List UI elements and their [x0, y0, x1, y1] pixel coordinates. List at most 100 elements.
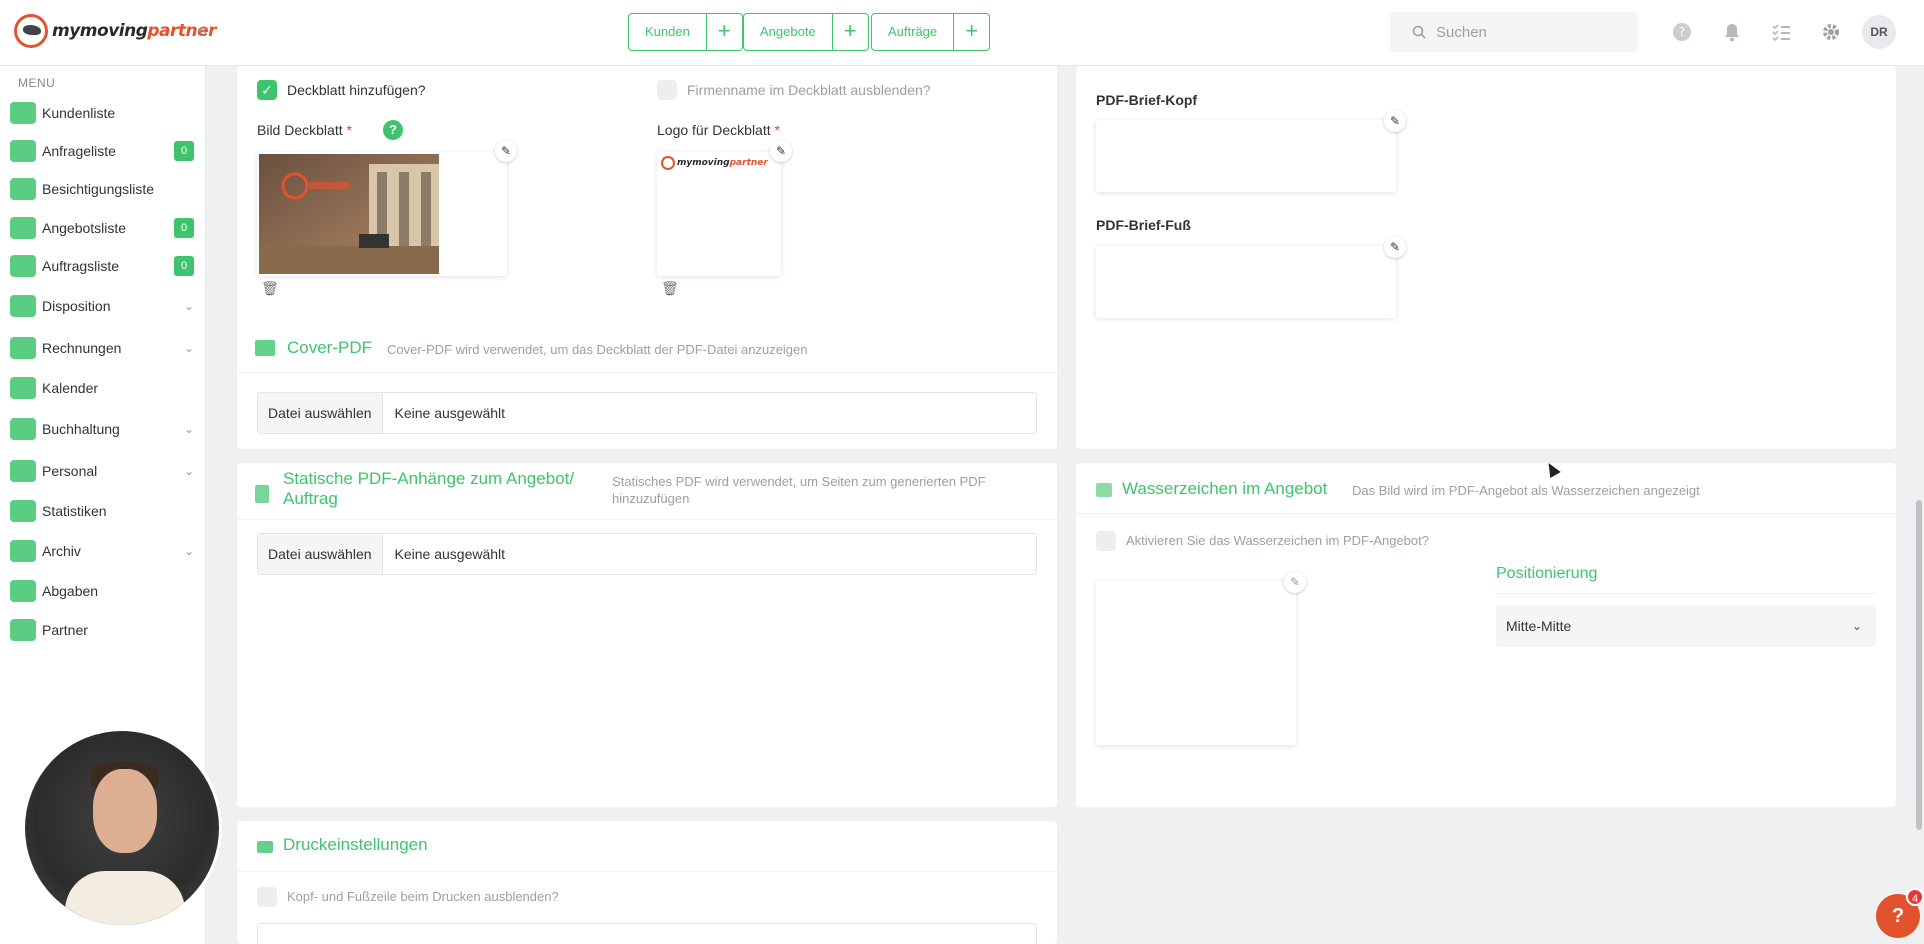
sidebar-item-label: Buchhaltung	[42, 421, 120, 437]
pdf-footer-label: PDF-Brief-Fuß	[1096, 217, 1191, 233]
sidebar-item-label: Archiv	[42, 543, 81, 559]
sidebar-item-statistiken[interactable]: Statistiken	[0, 496, 206, 526]
checklist-icon[interactable]	[1771, 22, 1791, 42]
sidebar-item-label: Kalender	[42, 380, 99, 396]
submissions-icon	[10, 580, 36, 602]
help-icon[interactable]: ?	[383, 120, 403, 140]
activate-watermark-checkbox[interactable]	[1096, 531, 1116, 551]
sidebar-item-label: Anfrageliste	[42, 143, 116, 159]
divider	[1076, 513, 1896, 514]
sidebar-item-besichtigungsliste[interactable]: Besichtigungsliste	[0, 174, 206, 204]
quick-angebote-button[interactable]: Angebote	[744, 14, 832, 50]
chevron-down-icon: ⌄	[184, 422, 195, 436]
choose-file-button[interactable]: Datei auswählen	[258, 534, 383, 574]
sidebar-item-label: Besichtigungsliste	[42, 181, 155, 197]
book-icon	[255, 340, 275, 356]
add-cover-checkbox[interactable]: ✓	[257, 80, 277, 100]
sidebar-item-label: Kundenliste	[42, 105, 116, 121]
sidebar-item-rechnungen[interactable]: Rechnungen ⌄	[0, 333, 206, 363]
bell-icon[interactable]	[1722, 22, 1742, 42]
activate-watermark-label: Aktivieren Sie das Wasserzeichen im PDF-…	[1126, 533, 1429, 548]
edit-cover-logo-icon[interactable]: ✎	[770, 140, 792, 162]
sidebar-item-buchhaltung[interactable]: Buchhaltung ⌄	[0, 414, 206, 444]
help-circle-icon[interactable]: ?	[1672, 22, 1692, 42]
hide-header-footer-checkbox[interactable]	[257, 887, 277, 907]
document-icon	[10, 217, 36, 239]
delete-cover-logo-icon[interactable]: 🗑	[661, 280, 679, 297]
user-avatar[interactable]: DR	[1862, 15, 1896, 49]
cover-logo-label: Logo für Deckblatt *	[657, 122, 780, 138]
collapse-sidebar-icon[interactable]: «	[198, 20, 208, 41]
watermark-preview[interactable]	[1096, 581, 1296, 745]
svg-text:?: ?	[1679, 25, 1685, 39]
sidebar-item-personal[interactable]: Personal ⌄	[0, 456, 206, 486]
divider	[237, 519, 1057, 520]
choose-file-button[interactable]: Datei auswählen	[258, 393, 383, 433]
search-icon	[1412, 25, 1426, 39]
static-pdf-title: Statische PDF-Anhänge zum Angebot/Auftra…	[283, 469, 575, 508]
divider	[1496, 593, 1876, 594]
cover-image-label: Bild Deckblatt *	[257, 122, 352, 138]
delete-cover-image-icon[interactable]: 🗑	[261, 280, 279, 297]
printer-icon	[257, 841, 273, 853]
pdf-footer-preview[interactable]	[1096, 246, 1396, 318]
edit-pdf-footer-icon[interactable]: ✎	[1384, 236, 1406, 258]
sidebar-item-label: Rechnungen	[42, 340, 122, 356]
hide-company-checkbox[interactable]	[657, 80, 677, 100]
cover-settings-card: ✓ Deckblatt hinzufügen? Firmenname im De…	[237, 66, 1057, 449]
chevron-down-icon: ⌄	[1851, 619, 1862, 633]
logo-thumbnail: mymovingpartner	[661, 156, 768, 170]
cover-pdf-file-input[interactable]: Datei auswählen Keine ausgewählt	[257, 392, 1037, 434]
sidebar-item-anfrageliste[interactable]: Anfrageliste 0	[0, 136, 206, 166]
divider	[237, 871, 1057, 872]
search-placeholder: Suchen	[1436, 23, 1487, 41]
sidebar-item-kundenliste[interactable]: Kundenliste	[0, 98, 206, 128]
print-option-field[interactable]	[257, 923, 1037, 944]
office-photo	[259, 154, 439, 274]
edit-cover-image-icon[interactable]: ✎	[495, 140, 517, 162]
archive-icon	[10, 540, 36, 562]
positioning-title: Positionierung	[1496, 565, 1598, 582]
static-pdf-subtitle: Statisches PDF wird verwendet, um Seiten…	[612, 474, 986, 506]
position-value: Mitte-Mitte	[1506, 618, 1572, 634]
sidebar-item-auftragsliste[interactable]: Auftragsliste 0	[0, 251, 206, 281]
brand-logo[interactable]: mymovingpartner	[14, 14, 217, 48]
static-pdf-file-input[interactable]: Datei auswählen Keine ausgewählt	[257, 533, 1037, 575]
pdf-letter-card: PDF-Brief-Kopf ✎ PDF-Brief-Fuß ✎	[1076, 66, 1896, 449]
watermark-subtitle: Das Bild wird im PDF-Angebot als Wasserz…	[1352, 483, 1700, 498]
quick-kunden-button[interactable]: Kunden	[629, 14, 706, 50]
count-badge: 0	[174, 141, 194, 161]
sidebar-item-kalender[interactable]: Kalender	[0, 373, 206, 403]
sidebar-item-label: Personal	[42, 463, 98, 479]
house-icon	[10, 178, 36, 200]
gear-icon[interactable]	[1821, 22, 1841, 42]
notification-badge: 4	[1906, 888, 1924, 906]
quick-action-kunden: Kunden +	[628, 13, 743, 51]
cover-pdf-title: Cover-PDF	[287, 338, 373, 357]
pdf-header-preview[interactable]	[1096, 120, 1396, 192]
add-auftrag-plus-icon[interactable]: +	[953, 14, 989, 50]
sidebar-item-abgaben[interactable]: Abgaben	[0, 576, 206, 606]
sidebar-item-partner[interactable]: Partner	[0, 615, 206, 645]
cover-image-preview[interactable]	[257, 152, 507, 276]
edit-watermark-icon[interactable]: ✎	[1284, 571, 1306, 593]
add-kunde-plus-icon[interactable]: +	[705, 14, 742, 50]
quick-auftraege-button[interactable]: Aufträge	[872, 14, 953, 50]
search-input[interactable]: Suchen	[1390, 12, 1638, 52]
quick-action-angebote: Angebote +	[743, 13, 869, 51]
file-value: Keine ausgewählt	[394, 405, 506, 421]
sidebar-item-disposition[interactable]: Disposition ⌄	[0, 291, 206, 321]
static-pdf-card: Statische PDF-Anhänge zum Angebot/Auftra…	[237, 463, 1057, 807]
calendar-icon	[10, 377, 36, 399]
position-select[interactable]: Mitte-Mitte ⌄	[1496, 605, 1876, 647]
add-angebot-plus-icon[interactable]: +	[831, 14, 868, 50]
cover-logo-preview[interactable]: mymovingpartner	[657, 152, 781, 276]
invoice-icon	[10, 337, 36, 359]
edit-pdf-header-icon[interactable]: ✎	[1384, 110, 1406, 132]
image-icon	[1096, 483, 1112, 497]
sidebar-item-archiv[interactable]: Archiv ⌄	[0, 536, 206, 566]
watermark-card: Wasserzeichen im Angebot Das Bild wird i…	[1076, 463, 1896, 807]
sidebar-item-angebotsliste[interactable]: Angebotsliste 0	[0, 213, 206, 243]
print-settings-card: Druckeinstellungen Kopf- und Fußzeile be…	[237, 821, 1057, 944]
page-scrollbar[interactable]	[1916, 500, 1922, 830]
